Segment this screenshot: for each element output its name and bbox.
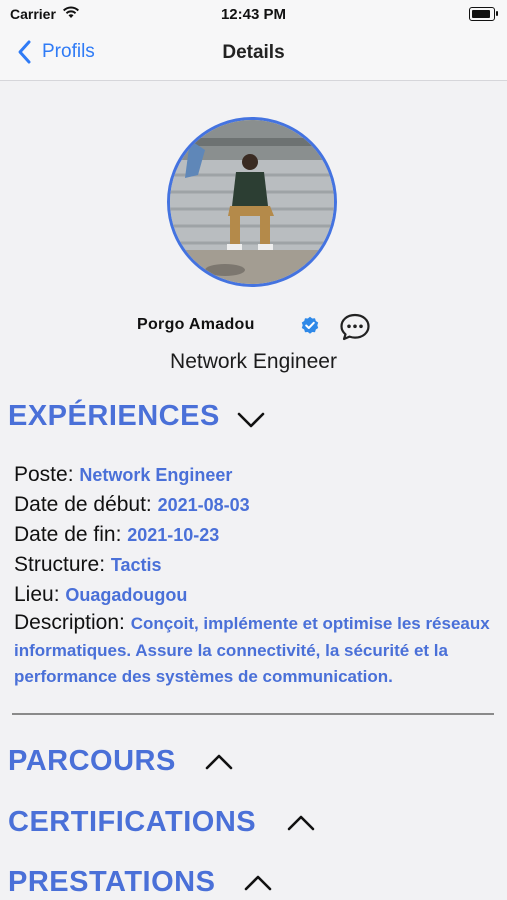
experience-start-row: Date de début: 2021-08-03 <box>14 490 494 520</box>
avatar <box>167 117 337 287</box>
location-label: Lieu: <box>14 583 66 606</box>
experience-description: Description: Conçoit, implémente et opti… <box>14 610 494 690</box>
status-bar: Carrier 12:43 PM <box>0 0 507 28</box>
section-certifications[interactable]: CERTIFICATIONS <box>8 806 256 839</box>
start-date-value: 2021-08-03 <box>157 495 250 515</box>
chevron-up-icon[interactable] <box>243 873 273 893</box>
location-value: Ouagadougou <box>65 585 188 605</box>
chevron-up-icon[interactable] <box>204 752 234 772</box>
poste-value: Network Engineer <box>79 465 233 485</box>
clock: 12:43 PM <box>220 6 287 23</box>
start-date-label: Date de début: <box>14 493 158 516</box>
chevron-up-icon[interactable] <box>286 813 316 833</box>
structure-label: Structure: <box>14 553 111 576</box>
section-prestations[interactable]: PRESTATIONS <box>8 866 215 899</box>
verified-badge-icon <box>301 316 319 334</box>
poste-label: Poste: <box>14 463 80 486</box>
section-parcours[interactable]: PARCOURS <box>8 745 176 778</box>
profile-name: Porgo Amadou <box>137 316 255 333</box>
experience-poste-row: Poste: Network Engineer <box>14 460 494 490</box>
profile-role: Network Engineer <box>170 350 337 373</box>
end-date-value: 2021-10-23 <box>127 525 220 545</box>
battery-icon <box>469 7 498 21</box>
section-experiences[interactable]: EXPÉRIENCES <box>8 400 220 433</box>
experience-structure-row: Structure: Tactis <box>14 550 494 580</box>
message-icon[interactable] <box>339 312 371 342</box>
navigation-bar: Profils Details <box>0 28 507 81</box>
description-label: Description: <box>14 611 131 634</box>
experience-lieu-row: Lieu: Ouagadougou <box>14 580 494 610</box>
avatar-photo <box>170 120 334 284</box>
profile-name-row: Porgo Amadou <box>0 312 507 342</box>
page-title: Details <box>222 42 285 63</box>
end-date-label: Date de fin: <box>14 523 128 546</box>
structure-value: Tactis <box>110 555 162 575</box>
chevron-down-icon[interactable] <box>236 410 266 430</box>
section-divider <box>12 713 494 715</box>
experience-details: Poste: Network Engineer Date de début: 2… <box>14 460 494 690</box>
experience-end-row: Date de fin: 2021-10-23 <box>14 520 494 550</box>
